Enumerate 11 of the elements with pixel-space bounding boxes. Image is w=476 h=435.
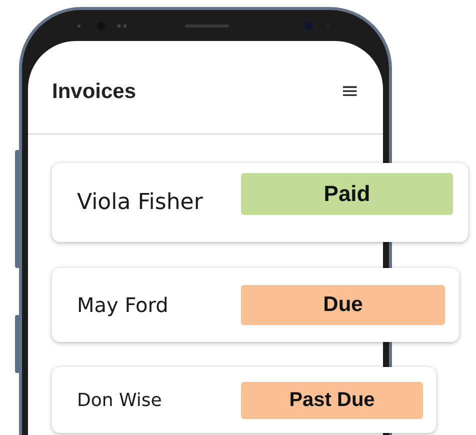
- screen-title: Invoices: [52, 80, 136, 104]
- status-badge: Paid: [241, 172, 453, 214]
- customer-name: May Ford: [77, 293, 170, 317]
- status-badge: Past Due: [241, 382, 423, 418]
- invoice-card[interactable]: May Ford Due: [52, 268, 459, 342]
- menu-button[interactable]: ≡: [338, 81, 361, 103]
- customer-name: Don Wise: [77, 390, 163, 410]
- status-badge: Due: [241, 285, 445, 325]
- customer-name: Viola Fisher: [77, 190, 204, 215]
- invoice-card[interactable]: Don Wise Past Due: [52, 367, 436, 433]
- invoice-card[interactable]: Viola Fisher Paid: [52, 163, 468, 242]
